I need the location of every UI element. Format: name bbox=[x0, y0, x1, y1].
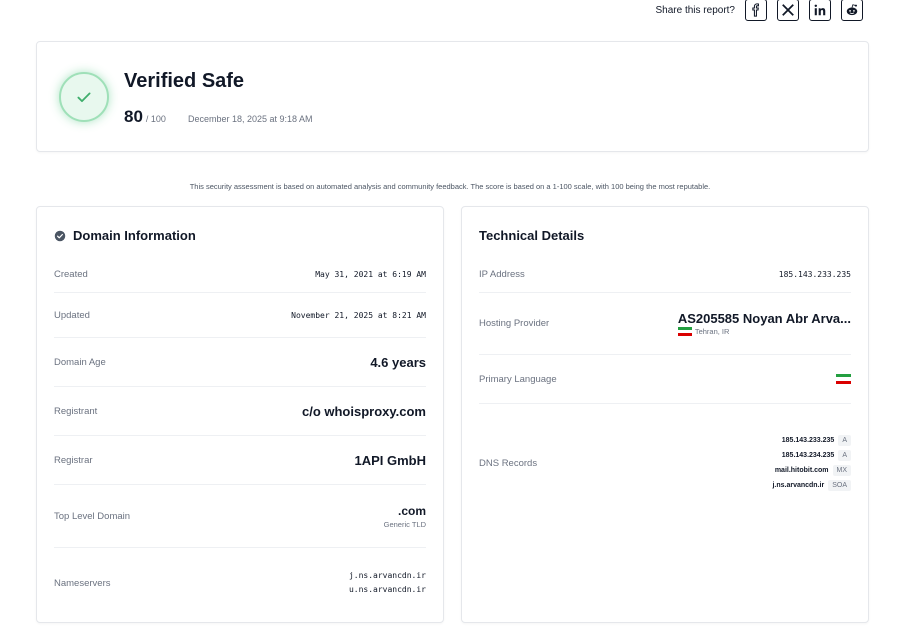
registrar-label: Registrar bbox=[54, 454, 93, 466]
nameservers-label: Nameservers bbox=[54, 577, 111, 589]
facebook-share-button[interactable] bbox=[745, 0, 767, 21]
x-icon bbox=[782, 4, 794, 16]
tld-type: Generic TLD bbox=[383, 519, 426, 529]
dns-record-value: mail.hitobit.com bbox=[774, 467, 829, 474]
tld-label: Top Level Domain bbox=[54, 510, 131, 522]
dns-record-type: A bbox=[838, 435, 851, 446]
registrant-row: Registrant c/o whoisproxy.com bbox=[54, 387, 426, 436]
domain-age-label: Domain Age bbox=[54, 356, 106, 368]
updated-label: Updated bbox=[54, 309, 90, 321]
dns-record: j.ns.arvancdn.ir SOA bbox=[772, 480, 851, 491]
score-value: 80 bbox=[124, 107, 143, 126]
technical-details-card: Technical Details IP Address 185.143.233… bbox=[461, 206, 869, 623]
x-share-button[interactable] bbox=[777, 0, 799, 21]
hosting-location-text: Tehran, IR bbox=[694, 327, 730, 336]
hosting-provider-group: AS205585 Noyan Abr Arva... Tehran, IR bbox=[677, 311, 851, 336]
updated-value: November 21, 2025 at 8:21 AM bbox=[291, 310, 426, 320]
hosting-location: Tehran, IR bbox=[677, 327, 851, 336]
registrar-row: Registrar 1API GmbH bbox=[54, 436, 426, 485]
dns-records-label: DNS Records bbox=[479, 457, 538, 469]
dns-record-value: j.ns.arvancdn.ir bbox=[772, 482, 825, 489]
hosting-provider-row: Hosting Provider AS205585 Noyan Abr Arva… bbox=[479, 293, 851, 355]
created-label: Created bbox=[54, 269, 88, 280]
dns-records-row: DNS Records 185.143.233.235 A 185.143.23… bbox=[479, 419, 851, 507]
ip-address-row: IP Address 185.143.233.235 bbox=[479, 257, 851, 293]
tld-value-group: .com Generic TLD bbox=[384, 504, 426, 529]
verdict-score: 80 / 100 December 18, 2025 at 9:18 AM bbox=[124, 107, 313, 127]
linkedin-icon bbox=[814, 4, 826, 16]
nameserver-item: u.ns.arvancdn.ir bbox=[348, 585, 426, 594]
dns-record-type: A bbox=[838, 450, 851, 461]
primary-language-row: Primary Language bbox=[479, 355, 851, 404]
created-value: May 31, 2021 at 6:19 AM bbox=[315, 270, 426, 279]
primary-language-label: Primary Language bbox=[479, 373, 557, 385]
domain-information-card: Domain Information Created May 31, 2021 … bbox=[36, 206, 444, 623]
verdict-title: Verified Safe bbox=[124, 70, 245, 92]
iran-flag-icon bbox=[836, 374, 851, 384]
ip-address-value: 185.143.233.235 bbox=[778, 270, 851, 279]
verdict-card: Verified Safe 80 / 100 December 18, 2025… bbox=[36, 41, 869, 152]
facebook-icon bbox=[752, 3, 759, 17]
registrar-value: 1API GmbH bbox=[354, 452, 426, 468]
nameserver-item: j.ns.arvancdn.ir bbox=[348, 571, 426, 580]
registrant-label: Registrant bbox=[54, 405, 98, 417]
score-max: / 100 bbox=[145, 114, 166, 124]
created-row: Created May 31, 2021 at 6:19 AM bbox=[54, 257, 426, 293]
domain-age-value: 4.6 years bbox=[370, 354, 426, 370]
reddit-share-button[interactable] bbox=[841, 0, 863, 21]
dns-record: 185.143.234.235 A bbox=[782, 450, 851, 461]
reddit-icon bbox=[846, 4, 858, 16]
domain-information-title: Domain Information bbox=[73, 228, 196, 243]
checkmark-icon bbox=[77, 92, 91, 103]
hosting-provider-label: Hosting Provider bbox=[479, 318, 550, 329]
dns-record: mail.hitobit.com MX bbox=[775, 465, 851, 476]
updated-row: Updated November 21, 2025 at 8:21 AM bbox=[54, 293, 426, 338]
hosting-provider-value: AS205585 Noyan Abr Arva... bbox=[677, 311, 851, 326]
assessment-disclaimer: This security assessment is based on aut… bbox=[189, 182, 711, 191]
check-circle-icon bbox=[54, 230, 66, 241]
registrant-value: c/o whoisproxy.com bbox=[301, 403, 426, 419]
report-date: December 18, 2025 at 9:18 AM bbox=[187, 114, 313, 124]
verified-badge bbox=[59, 72, 109, 122]
nameservers-row: Nameservers j.ns.arvancdn.ir u.ns.arvanc… bbox=[54, 548, 426, 618]
domain-information-header: Domain Information bbox=[54, 228, 196, 243]
linkedin-share-button[interactable] bbox=[809, 0, 831, 21]
dns-record-value: 185.143.233.235 bbox=[781, 437, 835, 444]
technical-details-title: Technical Details bbox=[479, 228, 585, 243]
share-bar: Share this report? bbox=[655, 0, 863, 21]
dns-record-type: MX bbox=[832, 465, 851, 476]
dns-records-list: 185.143.233.235 A 185.143.234.235 A mail… bbox=[772, 435, 851, 491]
domain-age-row: Domain Age 4.6 years bbox=[54, 338, 426, 387]
dns-record: 185.143.233.235 A bbox=[782, 435, 851, 446]
tld-row: Top Level Domain .com Generic TLD bbox=[54, 485, 426, 548]
nameservers-list: j.ns.arvancdn.ir u.ns.arvancdn.ir bbox=[349, 569, 426, 597]
ip-address-label: IP Address bbox=[479, 269, 525, 280]
tld-value: .com bbox=[397, 503, 426, 518]
share-label: Share this report? bbox=[655, 4, 736, 16]
iran-flag-icon bbox=[677, 327, 692, 336]
dns-record-value: 185.143.234.235 bbox=[781, 452, 835, 459]
technical-details-header: Technical Details bbox=[479, 228, 584, 243]
dns-record-type: SOA bbox=[828, 480, 851, 491]
